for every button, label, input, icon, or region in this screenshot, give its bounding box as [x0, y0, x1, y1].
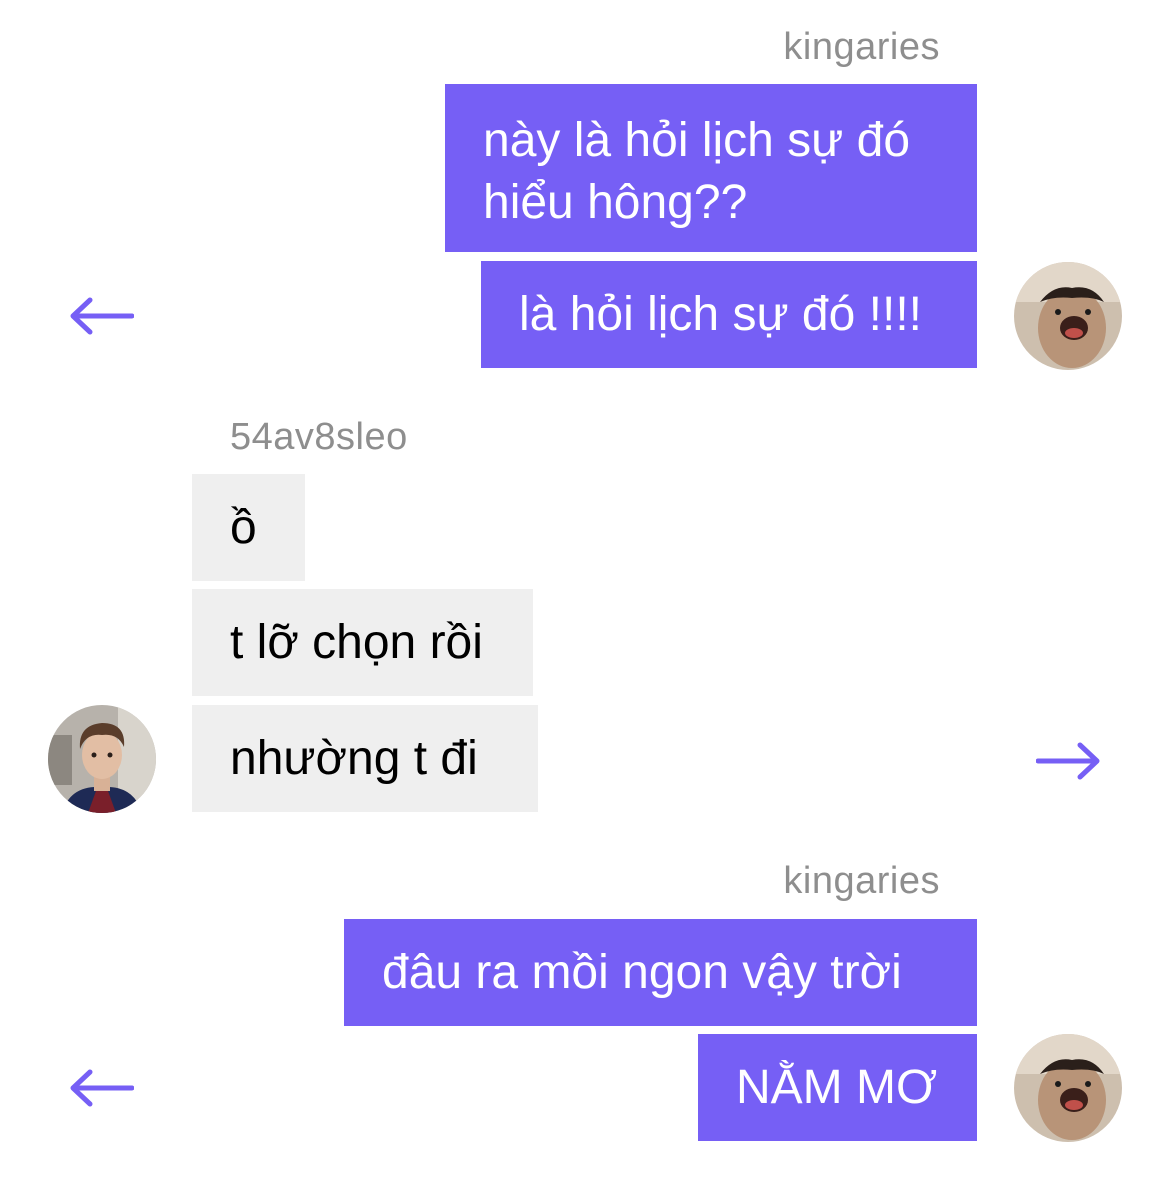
message-text: là hỏi lịch sự đó !!!!: [519, 287, 922, 341]
message-text: ồ: [230, 500, 257, 554]
sender-name: kingaries: [783, 26, 940, 68]
sender-name: kingaries: [783, 860, 940, 902]
message-bubble[interactable]: ồ: [192, 474, 305, 581]
message-text-line: hiểu hông??: [483, 176, 748, 229]
message-bubble[interactable]: này là hỏi lịch sự đó hiểu hông??: [445, 84, 977, 252]
message-bubble[interactable]: nhường t đi: [192, 705, 538, 812]
message-text: NẰM MƠ: [736, 1060, 938, 1114]
sender-name: 54av8sleo: [230, 416, 408, 458]
user-photo-avatar-icon[interactable]: [48, 705, 156, 813]
meme-avatar-icon[interactable]: [1014, 262, 1122, 370]
meme-avatar-icon[interactable]: [1014, 1034, 1122, 1142]
arrow-left-icon[interactable]: [68, 1068, 135, 1108]
message-text: nhường t đi: [230, 731, 478, 785]
message-bubble[interactable]: đâu ra mồi ngon vậy trời: [344, 919, 977, 1026]
message-text: t lỡ chọn rồi: [230, 615, 483, 669]
message-text: đâu ra mồi ngon vậy trời: [382, 945, 902, 999]
message-bubble[interactable]: NẰM MƠ: [698, 1034, 977, 1141]
arrow-right-icon[interactable]: [1035, 741, 1102, 781]
arrow-left-icon[interactable]: [68, 296, 135, 336]
message-text-line: này là hỏi lịch sự đó: [483, 114, 911, 167]
message-bubble[interactable]: là hỏi lịch sự đó !!!!: [481, 261, 977, 368]
message-bubble[interactable]: t lỡ chọn rồi: [192, 589, 533, 696]
